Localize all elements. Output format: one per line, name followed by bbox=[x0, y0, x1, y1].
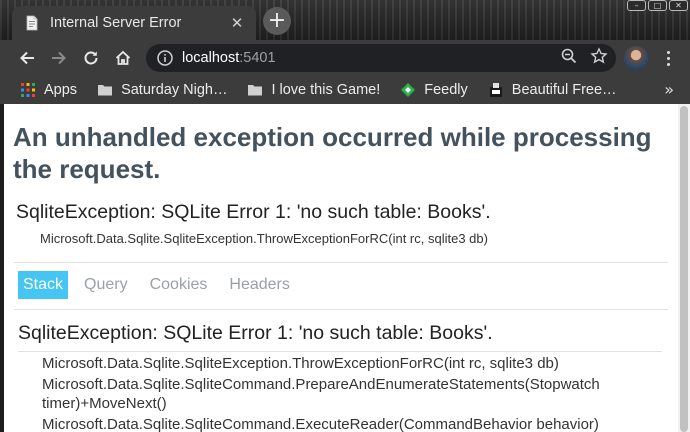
bookmark-label: Apps bbox=[44, 82, 78, 98]
document-icon bbox=[24, 15, 40, 31]
arrow-left-icon bbox=[18, 49, 36, 67]
more-menu-icon[interactable] bbox=[658, 48, 678, 68]
new-tab-button[interactable]: + bbox=[263, 7, 291, 35]
vertical-scrollbar[interactable] bbox=[678, 104, 690, 432]
page-content: An unhandled exception occurred while pr… bbox=[4, 104, 678, 432]
bookmark-label: Beautiful Free… bbox=[511, 82, 617, 98]
bookmark-apps[interactable]: Apps bbox=[20, 82, 77, 98]
bookmark-favicon-icon bbox=[488, 82, 504, 98]
bookmarks-bar: Apps Saturday Nigh… I love this Game! Fe… bbox=[0, 76, 690, 104]
home-button[interactable] bbox=[108, 43, 138, 73]
folder-icon bbox=[247, 82, 263, 98]
apps-grid-icon bbox=[20, 82, 36, 98]
stack-frame[interactable]: Microsoft.Data.Sqlite.SqliteCommand.Prep… bbox=[42, 375, 642, 413]
profile-avatar[interactable] bbox=[624, 46, 648, 70]
divider bbox=[14, 262, 668, 263]
bookmark-label: Saturday Nigh… bbox=[121, 82, 228, 98]
forward-button[interactable] bbox=[44, 43, 74, 73]
stack-frame[interactable]: Microsoft.Data.Sqlite.SqliteCommand.Exec… bbox=[42, 415, 642, 432]
folder-icon bbox=[97, 82, 113, 98]
browser-tab[interactable]: Internal Server Error ✕ bbox=[12, 6, 256, 40]
minimize-button[interactable]: – bbox=[627, 0, 646, 11]
url-port: :5401 bbox=[239, 50, 276, 66]
tab-close-icon[interactable]: ✕ bbox=[228, 14, 246, 32]
stack-exception-title: SqliteException: SQLite Error 1: 'no suc… bbox=[18, 322, 493, 344]
home-icon bbox=[114, 49, 132, 67]
bookmark-label: Feedly bbox=[424, 82, 468, 98]
stack-trace: Microsoft.Data.Sqlite.SqliteException.Th… bbox=[42, 354, 642, 432]
tab-cookies[interactable]: Cookies bbox=[144, 271, 214, 299]
tab-stack[interactable]: Stack bbox=[18, 271, 69, 299]
address-bar[interactable]: localhost :5401 bbox=[146, 44, 616, 72]
stack-frame[interactable]: Microsoft.Data.Sqlite.SqliteException.Th… bbox=[42, 354, 642, 373]
exception-title: SqliteException: SQLite Error 1: 'no suc… bbox=[16, 201, 491, 223]
tab-headers[interactable]: Headers bbox=[223, 271, 295, 299]
bookmark-label: I love this Game! bbox=[271, 82, 381, 98]
divider bbox=[18, 351, 662, 352]
feedly-icon bbox=[400, 82, 416, 98]
arrow-right-icon bbox=[50, 49, 68, 67]
tab-title: Internal Server Error bbox=[50, 15, 182, 31]
star-icon[interactable] bbox=[590, 47, 608, 69]
browser-title-bar: Internal Server Error ✕ + – □ ✕ bbox=[0, 0, 690, 40]
exception-location: Microsoft.Data.Sqlite.SqliteException.Th… bbox=[40, 231, 488, 246]
error-detail-tabs: Stack Query Cookies Headers bbox=[18, 271, 306, 299]
bookmark-i-love-this-game[interactable]: I love this Game! bbox=[247, 82, 380, 98]
close-window-button[interactable]: ✕ bbox=[669, 0, 688, 11]
bookmark-saturday-night[interactable]: Saturday Nigh… bbox=[97, 82, 227, 98]
divider bbox=[14, 309, 668, 310]
back-button[interactable] bbox=[12, 43, 42, 73]
zoom-icon[interactable] bbox=[560, 47, 578, 69]
maximize-button[interactable]: □ bbox=[648, 0, 667, 11]
tab-query[interactable]: Query bbox=[78, 271, 134, 299]
reload-icon bbox=[82, 49, 100, 67]
window-controls: – □ ✕ bbox=[627, 0, 688, 11]
bookmark-feedly[interactable]: Feedly bbox=[400, 82, 468, 98]
scrollbar-thumb[interactable] bbox=[680, 106, 688, 432]
url-host: localhost bbox=[182, 50, 240, 66]
info-icon[interactable] bbox=[156, 49, 174, 67]
reload-button[interactable] bbox=[76, 43, 106, 73]
bookmarks-overflow-icon[interactable]: » bbox=[664, 80, 674, 99]
browser-toolbar: localhost :5401 bbox=[0, 40, 690, 76]
page-title: An unhandled exception occurred while pr… bbox=[13, 122, 652, 184]
bookmark-beautiful-free[interactable]: Beautiful Free… bbox=[488, 82, 617, 98]
